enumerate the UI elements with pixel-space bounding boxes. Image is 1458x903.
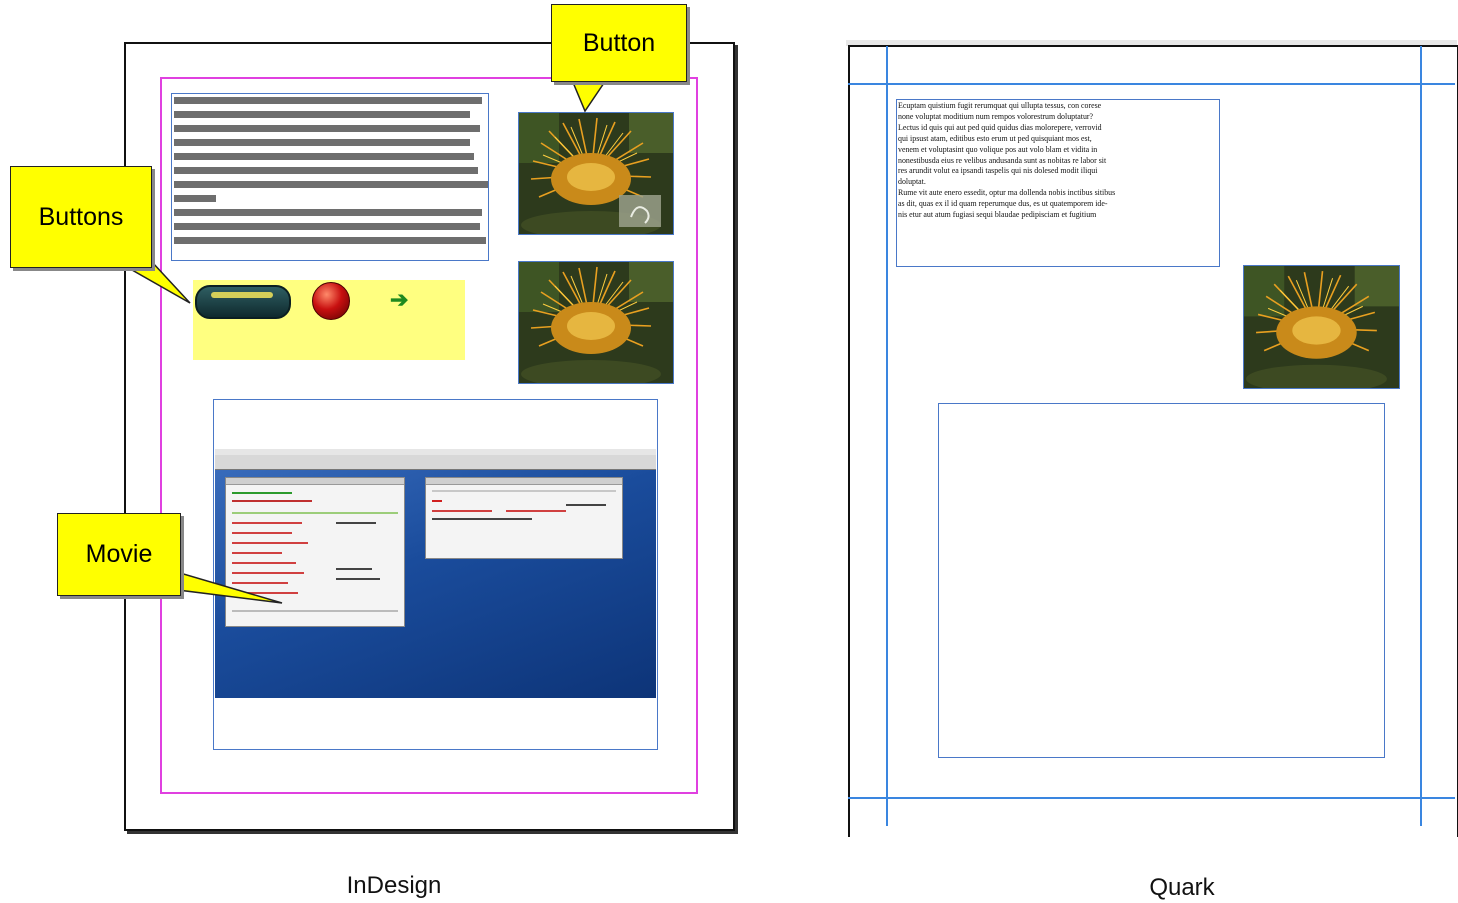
red-ball-button[interactable] <box>312 282 350 320</box>
quark-flower-image <box>1243 265 1400 389</box>
flower-image-button[interactable] <box>518 112 674 235</box>
greeked-text-line <box>174 111 470 118</box>
greeked-text-line <box>174 153 474 160</box>
greeked-text-line <box>174 139 470 146</box>
callout-buttons: Buttons <box>10 166 152 268</box>
greeked-text-line <box>174 209 482 216</box>
indesign-caption: InDesign <box>346 872 442 899</box>
callout-label: Button <box>582 28 656 57</box>
greeked-text-line <box>174 223 480 230</box>
flower-image <box>518 261 674 384</box>
callout-movie: Movie <box>57 513 181 596</box>
quark-guide-top <box>848 83 1455 85</box>
flower-icon <box>519 262 673 383</box>
quark-caption: Quark <box>1149 874 1215 901</box>
indesign-text-frame[interactable] <box>171 93 489 261</box>
callout-label: Buttons <box>38 202 124 231</box>
pill-button[interactable] <box>195 285 291 319</box>
toolbar-thumbnail <box>215 455 656 470</box>
quark-text-box[interactable]: Ecuptam quistium fugit rerumquat qui ull… <box>896 99 1220 267</box>
quark-guide-right <box>1420 46 1422 826</box>
greeked-text-line <box>174 97 482 104</box>
quark-empty-frame[interactable] <box>938 403 1385 758</box>
greeked-text-line <box>174 125 480 132</box>
dialog-window-thumbnail <box>425 477 623 559</box>
greeked-text-line <box>174 237 486 244</box>
callout-button: Button <box>551 4 687 82</box>
movie-poster-screenshot <box>215 449 656 698</box>
green-arrow-icon[interactable]: ➔ <box>390 288 408 312</box>
callout-label: Movie <box>85 540 153 568</box>
quark-body-text: Ecuptam quistium fugit rerumquat qui ull… <box>898 101 1116 220</box>
greeked-text-line <box>174 195 216 202</box>
pill-highlight <box>211 292 273 298</box>
greeked-text-line <box>174 167 478 174</box>
quark-guide-left <box>886 46 888 826</box>
panel-window-thumbnail <box>225 477 405 627</box>
flower-icon <box>519 113 673 234</box>
flower-icon <box>1244 266 1399 388</box>
quark-guide-bottom <box>848 797 1455 799</box>
greeked-text-line <box>174 181 488 188</box>
